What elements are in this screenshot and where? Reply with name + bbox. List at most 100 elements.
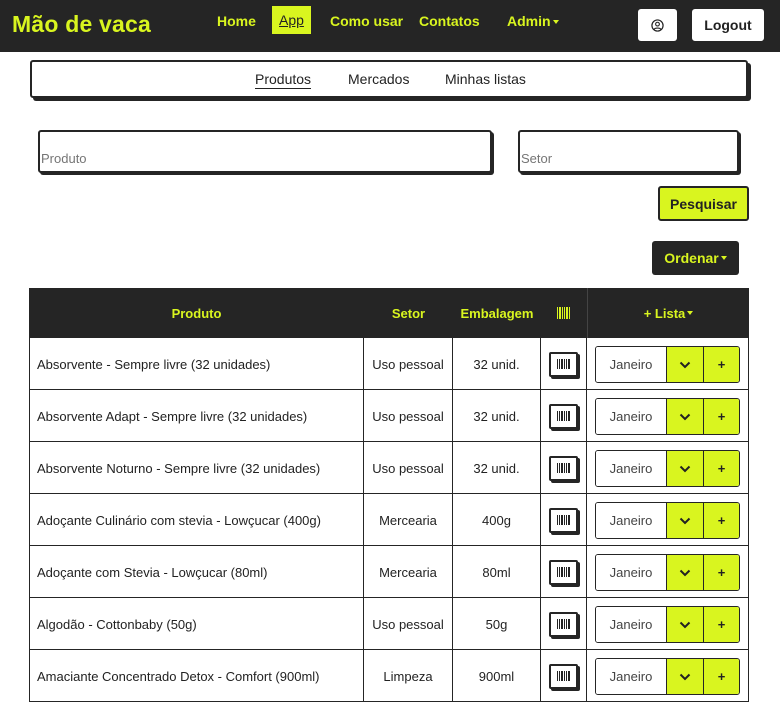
brand-logo[interactable]: Mão de vaca: [12, 11, 151, 38]
barcode-button[interactable]: [549, 559, 578, 585]
tab-produtos[interactable]: Produtos: [255, 71, 312, 89]
cell-lista: Janeiro +: [587, 598, 749, 650]
chevron-down-icon: [679, 621, 691, 628]
add-to-list-button[interactable]: +: [703, 659, 739, 694]
table-header: Produto Setor Embalagem + Lista: [29, 288, 749, 338]
barcode-icon: [556, 619, 570, 629]
month-dropdown-toggle[interactable]: [667, 399, 703, 434]
list-selector-group: Janeiro +: [595, 554, 740, 591]
month-dropdown-toggle[interactable]: [667, 347, 703, 382]
barcode-button[interactable]: [549, 663, 578, 689]
user-profile-button[interactable]: [638, 9, 677, 41]
setor-search-input[interactable]: [518, 130, 739, 173]
month-select[interactable]: Janeiro: [596, 607, 667, 642]
barcode-button[interactable]: [549, 455, 578, 481]
user-icon: [651, 18, 664, 32]
search-button[interactable]: Pesquisar: [658, 186, 749, 221]
produto-search-input[interactable]: [38, 130, 492, 173]
barcode-button[interactable]: [549, 403, 578, 429]
nav-admin-dropdown[interactable]: Admin: [507, 13, 559, 29]
chevron-down-icon: [679, 569, 691, 576]
nav-como-usar[interactable]: Como usar: [330, 13, 403, 29]
barcode-icon: [556, 515, 570, 525]
nav-app[interactable]: App: [272, 6, 311, 34]
header-barcode: [541, 288, 587, 338]
table-row: Algodão - Cottonbaby (50g) Uso pessoal 5…: [29, 598, 749, 650]
month-select[interactable]: Janeiro: [596, 399, 667, 434]
header-lista-dropdown[interactable]: + Lista: [588, 288, 749, 338]
cell-embalagem: 900ml: [453, 650, 541, 702]
month-dropdown-toggle[interactable]: [667, 451, 703, 486]
add-to-list-button[interactable]: +: [703, 555, 739, 590]
chevron-down-icon: [552, 20, 559, 25]
chevron-down-icon: [687, 311, 694, 315]
chevron-down-icon: [679, 413, 691, 420]
cell-barcode: [541, 442, 587, 494]
cell-product-name: Adoçante com Stevia - Lowçucar (80ml): [29, 546, 364, 598]
list-selector-group: Janeiro +: [595, 606, 740, 643]
barcode-button[interactable]: [549, 351, 578, 377]
barcode-icon: [556, 567, 570, 577]
table-row: Absorvente - Sempre livre (32 unidades) …: [29, 338, 749, 390]
barcode-icon: [556, 463, 570, 473]
month-select[interactable]: Janeiro: [596, 555, 667, 590]
cell-barcode: [541, 338, 587, 390]
nav-home[interactable]: Home: [217, 13, 256, 29]
month-dropdown-toggle[interactable]: [667, 503, 703, 538]
nav-admin-label: Admin: [507, 13, 551, 29]
cell-barcode: [541, 650, 587, 702]
order-dropdown-button[interactable]: Ordenar: [652, 241, 739, 275]
cell-lista: Janeiro +: [587, 494, 749, 546]
cell-setor: Uso pessoal: [364, 338, 453, 390]
month-dropdown-toggle[interactable]: [667, 659, 703, 694]
add-to-list-button[interactable]: +: [703, 503, 739, 538]
header-lista-label: + Lista: [643, 305, 686, 321]
cell-product-name: Absorvente - Sempre livre (32 unidades): [29, 338, 364, 390]
cell-embalagem: 32 unid.: [453, 442, 541, 494]
table-row: Adoçante com Stevia - Lowçucar (80ml) Me…: [29, 546, 749, 598]
month-dropdown-toggle[interactable]: [667, 607, 703, 642]
table-row: Adoçante Culinário com stevia - Lowçucar…: [29, 494, 749, 546]
cell-barcode: [541, 494, 587, 546]
barcode-button[interactable]: [549, 611, 578, 637]
logout-button[interactable]: Logout: [692, 9, 764, 41]
month-select[interactable]: Janeiro: [596, 347, 667, 382]
cell-lista: Janeiro +: [587, 650, 749, 702]
month-select[interactable]: Janeiro: [596, 451, 667, 486]
add-to-list-button[interactable]: +: [703, 347, 739, 382]
header-embalagem: Embalagem: [460, 305, 534, 321]
cell-embalagem: 32 unid.: [453, 390, 541, 442]
month-dropdown-toggle[interactable]: [667, 555, 703, 590]
month-select[interactable]: Janeiro: [596, 659, 667, 694]
tab-mercados[interactable]: Mercados: [348, 71, 409, 87]
section-tabs: Produtos Mercados Minhas listas: [30, 60, 748, 98]
barcode-icon: [556, 411, 570, 421]
cell-barcode: [541, 546, 587, 598]
cell-embalagem: 50g: [453, 598, 541, 650]
list-selector-group: Janeiro +: [595, 346, 740, 383]
list-selector-group: Janeiro +: [595, 450, 740, 487]
cell-barcode: [541, 598, 587, 650]
cell-lista: Janeiro +: [587, 442, 749, 494]
list-selector-group: Janeiro +: [595, 398, 740, 435]
table-body: Absorvente - Sempre livre (32 unidades) …: [29, 338, 749, 702]
add-to-list-button[interactable]: +: [703, 607, 739, 642]
table-row: Absorvente Adapt - Sempre livre (32 unid…: [29, 390, 749, 442]
cell-setor: Uso pessoal: [364, 598, 453, 650]
barcode-icon: [556, 671, 570, 681]
nav-contatos[interactable]: Contatos: [419, 13, 480, 29]
month-select[interactable]: Janeiro: [596, 503, 667, 538]
cell-setor: Limpeza: [364, 650, 453, 702]
add-to-list-button[interactable]: +: [703, 451, 739, 486]
barcode-button[interactable]: [549, 507, 578, 533]
tab-minhas-listas[interactable]: Minhas listas: [445, 71, 526, 87]
add-to-list-button[interactable]: +: [703, 399, 739, 434]
cell-product-name: Absorvente Adapt - Sempre livre (32 unid…: [29, 390, 364, 442]
cell-setor: Uso pessoal: [364, 442, 453, 494]
barcode-icon: [556, 359, 570, 369]
cell-embalagem: 32 unid.: [453, 338, 541, 390]
chevron-down-icon: [720, 256, 727, 260]
cell-lista: Janeiro +: [587, 546, 749, 598]
barcode-icon: [557, 307, 570, 319]
chevron-down-icon: [679, 465, 691, 472]
